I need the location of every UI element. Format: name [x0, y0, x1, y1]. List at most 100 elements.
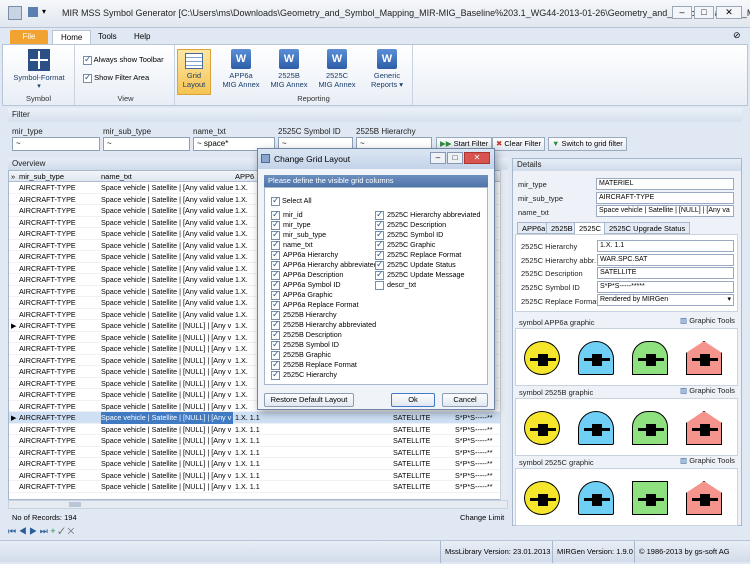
column-checkbox[interactable]: APP6a Symbol ID [271, 279, 371, 290]
last-record-icon[interactable]: ⏭ [40, 526, 48, 536]
column-checkbox[interactable]: APP6a Hierarchy abbreviated [271, 259, 378, 270]
column-checkbox[interactable]: 2525C Graphic [375, 239, 487, 250]
grid-vertical-scrollbar[interactable] [500, 170, 508, 500]
expand-all-icon[interactable]: » [11, 171, 15, 182]
table-cell: S*P*S-----** [455, 470, 493, 480]
show-filter-area-checkbox[interactable]: Show Filter Area [83, 72, 149, 83]
detail-value-mir-type[interactable]: MATERIEL [596, 178, 734, 190]
column-checkbox[interactable]: 2525C Hierarchy [271, 369, 371, 380]
table-row[interactable]: AIRCRAFT-TYPE Space vehicle | Satellite |… [9, 424, 507, 435]
column-checkbox[interactable]: descr_txt [375, 280, 487, 290]
column-checkbox[interactable]: 2525B Hierarchy abbreviated [271, 319, 376, 330]
column-checkbox[interactable]: APP6a Description [271, 269, 371, 280]
restore-default-layout-button[interactable]: Restore Default Layout [264, 393, 354, 407]
tab-file[interactable]: File [10, 30, 48, 44]
column-checkbox[interactable]: 2525B Graphic [271, 349, 371, 360]
graphic-tools-2525c-button[interactable]: ▥ Graphic Tools [680, 456, 735, 465]
column-checkbox[interactable]: name_txt [271, 239, 371, 250]
graphic-tools-2525b-button[interactable]: ▥ Graphic Tools [680, 386, 735, 395]
previous-record-icon[interactable]: ◀ [19, 526, 27, 536]
button-label: MIG Annex [270, 80, 308, 89]
switch-to-grid-filter-button[interactable]: ▼ Switch to grid filter [548, 137, 627, 151]
table-row[interactable]: AIRCRAFT-TYPE Space vehicle | Satellite |… [9, 470, 507, 481]
dialog-maximize-button[interactable]: □ [447, 152, 463, 164]
table-row[interactable]: AIRCRAFT-TYPE Space vehicle | Satellite |… [9, 481, 507, 493]
column-checkbox[interactable]: 2525C Update Message [375, 269, 487, 280]
table-row[interactable]: ▶ AIRCRAFT-TYPE Space vehicle | Satellite … [9, 412, 507, 424]
satellite-symbol-icon [576, 337, 616, 379]
graphic-tools-app6a-button[interactable]: ▥ Graphic Tools [680, 316, 735, 325]
detail-value-2525c-hierarchy-abbr[interactable]: WAR.SPC.SAT [597, 254, 734, 266]
minimize-button[interactable]: – [672, 6, 692, 19]
detail-value-2525c-hierarchy[interactable]: 1.X. 1.1 [597, 240, 734, 252]
next-record-icon[interactable]: ▶ [29, 526, 37, 536]
column-checkbox[interactable]: APP6a Graphic [271, 289, 371, 300]
column-checkbox[interactable]: mir_sub_type [271, 229, 371, 240]
app6a-mig-annex-button[interactable]: W APP6a MIG Annex [219, 49, 263, 89]
tab-2525c[interactable]: 2525C [574, 222, 607, 234]
table-cell: AIRCRAFT-TYPE [19, 390, 76, 399]
cancel-icon[interactable]: ✕ [67, 526, 74, 536]
column-header-app6[interactable]: APP6 [235, 171, 254, 182]
confirm-icon[interactable]: ✓ [58, 526, 65, 536]
table-row[interactable]: AIRCRAFT-TYPE Space vehicle | Satellite |… [9, 458, 507, 470]
column-checkbox[interactable]: 2525C Description [375, 219, 487, 230]
quick-access-dropdown-icon[interactable]: ▾ [42, 7, 46, 16]
help-icon[interactable]: ⊘ [733, 30, 741, 41]
tab-2525b[interactable]: 2525B [546, 222, 578, 234]
select-all-checkbox[interactable]: Select All [271, 195, 312, 206]
filter-mir-sub-type-input[interactable]: ~ [103, 137, 190, 151]
grid-layout-button[interactable]: Grid Layout [177, 49, 211, 95]
table-row[interactable]: AIRCRAFT-TYPE Space vehicle | Satellite |… [9, 447, 507, 458]
tab-home[interactable]: Home [52, 30, 92, 44]
replace-format-select[interactable]: Rendered by MIRGen ▾ [597, 294, 734, 306]
column-checkbox[interactable]: mir_type [271, 219, 371, 230]
always-show-toolbar-checkbox[interactable]: Always show Toolbar [83, 54, 164, 65]
table-row[interactable]: AIRCRAFT-TYPE Space vehicle | Satellite |… [9, 435, 507, 447]
table-cell: 1.X. 1.1 [235, 447, 260, 457]
symbol-format-button[interactable]: Symbol-Format ▾ [9, 49, 69, 91]
symbol-app6a-graphics [515, 328, 738, 386]
column-checkbox[interactable]: 2525B Description [271, 329, 371, 340]
change-limit-link[interactable]: Change Limit [460, 513, 504, 522]
tab-tools[interactable]: Tools [90, 30, 125, 44]
generic-reports-button[interactable]: W Generic Reports ▾ [365, 49, 409, 89]
column-checkbox[interactable]: 2525C Replace Format [375, 249, 487, 260]
maximize-button[interactable]: □ [694, 6, 714, 19]
2525c-mig-annex-button[interactable]: W 2525C MIG Annex [315, 49, 359, 89]
table-cell: Space vehicle | Satellite | [NULL] | [An… [101, 459, 232, 468]
scroll-thumb[interactable] [69, 502, 81, 507]
column-checkbox[interactable]: 2525C Symbol ID [375, 229, 487, 240]
column-checkbox[interactable]: 2525B Symbol ID [271, 339, 371, 350]
column-checkbox[interactable]: APP6a Hierarchy [271, 249, 371, 260]
column-checkbox[interactable]: APP6a Replace Format [271, 299, 371, 310]
detail-label-mir-type: mir_type [518, 180, 547, 189]
table-cell: Space vehicle | Satellite | [NULL] | [An… [101, 390, 232, 399]
grid-horizontal-scrollbar[interactable] [8, 500, 508, 509]
ok-button[interactable]: Ok [391, 393, 435, 407]
column-checkbox[interactable]: 2525B Hierarchy [271, 309, 371, 320]
column-checkbox[interactable]: 2525C Update Status [375, 259, 487, 270]
dialog-close-button[interactable]: ✕ [464, 152, 490, 164]
column-header-name-txt[interactable]: name_txt [101, 171, 132, 182]
column-label: APP6a Graphic [283, 290, 333, 299]
filter-mir-type-input[interactable]: ~ [12, 137, 100, 151]
column-checkbox[interactable]: mir_id [271, 209, 371, 220]
detail-value-name-txt[interactable]: Space vehicle | Satellite | [NULL] | [An… [596, 205, 734, 217]
add-record-icon[interactable]: + [50, 526, 55, 536]
detail-value-2525c-description[interactable]: SATELLITE [597, 267, 734, 279]
2525b-mig-annex-button[interactable]: W 2525B MIG Annex [267, 49, 311, 89]
quick-access-save-icon[interactable] [28, 7, 38, 17]
column-header-mir-sub-type[interactable]: mir_sub_type [19, 171, 64, 182]
cancel-button[interactable]: Cancel [442, 393, 488, 407]
detail-value-mir-sub-type[interactable]: AIRCRAFT-TYPE [596, 192, 734, 204]
tab-2525c-upgrade-status[interactable]: 2525C Upgrade Status [604, 222, 691, 234]
tab-help[interactable]: Help [126, 30, 158, 44]
clear-filter-button[interactable]: ✖ Clear Filter [492, 137, 546, 151]
column-checkbox[interactable]: 2525B Replace Format [271, 359, 371, 370]
column-checkbox[interactable]: 2525C Hierarchy abbreviated [375, 209, 487, 220]
detail-value-2525c-symbol-id[interactable]: S*P*S-----***** [597, 281, 734, 293]
dialog-minimize-button[interactable]: – [430, 152, 446, 164]
first-record-icon[interactable]: ⏮ [8, 526, 16, 536]
close-button[interactable]: ✕ [716, 6, 742, 19]
